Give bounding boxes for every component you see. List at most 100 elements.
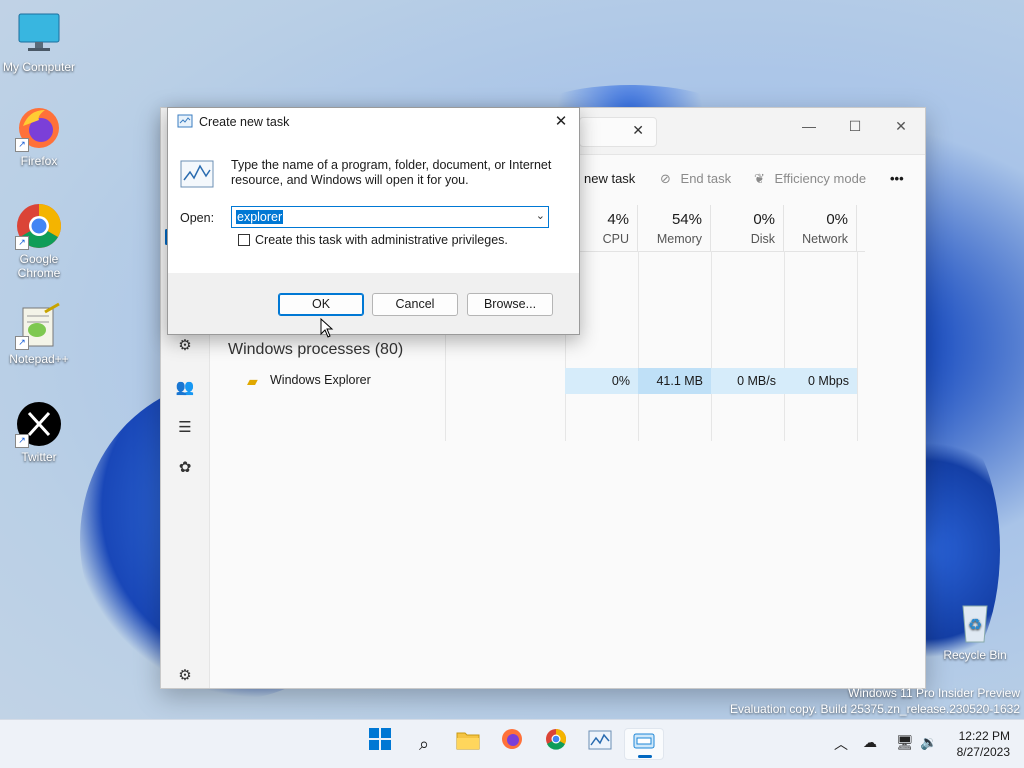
chrome-icon (546, 729, 567, 750)
sidebar-item-details[interactable]: ☰ (173, 416, 197, 440)
dialog-titlebar[interactable]: Create new task ✕ (168, 108, 579, 136)
chrome-taskbar-button[interactable] (536, 728, 576, 760)
x-logo-icon: ↗ (15, 400, 63, 448)
performance-graph-icon (588, 730, 612, 750)
taskbar: ⌕ ︿ ☁ 🖥 🔉 12:22 PM 8/27/2023 (0, 719, 1024, 768)
end-task-button[interactable]: ⊘ End task (660, 171, 731, 187)
users-icon: 👥 (175, 379, 195, 396)
run-dialog-taskbar-button[interactable] (624, 728, 664, 760)
run-window-icon (633, 733, 655, 749)
file-explorer-button[interactable] (448, 728, 488, 760)
notepad-plus-plus-icon: ↗ (15, 302, 63, 350)
show-hidden-icons-button[interactable]: ︿ (834, 734, 848, 754)
active-indicator (638, 755, 652, 758)
sidebar-item-startup-apps[interactable]: ⚙ (173, 334, 197, 358)
shortcut-arrow-icon: ↗ (15, 336, 29, 350)
column-divider (784, 251, 785, 441)
start-button[interactable] (360, 728, 400, 760)
browse-button[interactable]: Browse... (467, 293, 553, 316)
puzzle-icon: ✿ (178, 459, 192, 476)
folder-icon: ▰ (247, 373, 258, 389)
admin-privileges-label[interactable]: Create this task with administrative pri… (255, 233, 508, 247)
dialog-body: Type the name of a program, folder, docu… (168, 136, 579, 273)
create-new-task-dialog: Create new task ✕ Type the name of a pro… (167, 107, 580, 335)
ok-button[interactable]: OK (278, 293, 364, 316)
run-new-task-button[interactable]: new task (584, 171, 635, 186)
clear-search-icon[interactable]: ✕ (632, 122, 644, 139)
column-header-network[interactable]: 0% Network (784, 205, 857, 251)
process-cpu: 0% (565, 368, 638, 394)
desktop-icon-firefox[interactable]: ↗ Firefox (0, 104, 78, 168)
desktop-icon-notepad-plus-plus[interactable]: ↗ Notepad++ (0, 302, 78, 366)
chevron-up-icon: ︿ (834, 736, 848, 752)
search-box[interactable]: ✕ (579, 117, 657, 147)
open-label: Open: (180, 211, 215, 225)
maximize-button[interactable]: ☐ (833, 113, 877, 139)
process-network: 0 Mbps (784, 368, 857, 394)
close-button[interactable]: ✕ (879, 113, 923, 139)
clock-date: 8/27/2023 (956, 745, 1010, 759)
firefox-taskbar-button[interactable] (492, 728, 532, 760)
chrome-icon: ↗ (15, 202, 63, 250)
desktop-icon-label: Twitter (21, 450, 57, 464)
desktop-icon-label: Firefox (20, 154, 58, 168)
recycle-bin-icon: ♻ (951, 598, 999, 646)
network-icon[interactable]: 🖥 (896, 734, 914, 751)
desktop-icon-label: Recycle Bin (943, 648, 1007, 662)
clock[interactable]: 12:22 PM 8/27/2023 (957, 728, 1010, 760)
desktop-icon-label: My Computer (2, 60, 76, 74)
sidebar-item-users[interactable]: 👥 (173, 376, 197, 400)
column-divider (711, 251, 712, 441)
dialog-description: Type the name of a program, folder, docu… (231, 158, 552, 187)
column-header-memory[interactable]: 54% Memory (638, 205, 711, 251)
svg-text:♻: ♻ (968, 617, 982, 634)
firefox-icon: ↗ (15, 104, 63, 152)
group-title-windows-processes: Windows processes (80) (228, 341, 404, 358)
desktop-icon-recycle-bin[interactable]: ♻ Recycle Bin (936, 598, 1014, 662)
firefox-icon (502, 729, 522, 749)
search-button[interactable]: ⌕ (404, 728, 444, 760)
folder-icon (456, 732, 480, 750)
sidebar-item-settings[interactable]: ⚙ (173, 664, 197, 688)
open-combobox[interactable]: explorer ⌄ (231, 206, 549, 228)
desktop-icon-my-computer[interactable]: My Computer (0, 10, 78, 74)
cloud-offline-icon[interactable]: ☁ (863, 734, 877, 751)
column-header-disk[interactable]: 0% Disk (711, 205, 784, 251)
admin-privileges-checkbox[interactable] (238, 234, 250, 246)
shortcut-arrow-icon: ↗ (15, 138, 29, 152)
sidebar-item-services[interactable]: ✿ (173, 456, 197, 480)
watermark-line-2: Evaluation copy. Build 25375.zn_release.… (730, 702, 1020, 716)
gear-icon: ⚙ (178, 667, 192, 684)
column-divider (638, 251, 639, 441)
monitor-icon (15, 10, 63, 58)
volume-icon[interactable]: 🔉 (920, 734, 937, 751)
watermark-line-1: Windows 11 Pro Insider Preview (848, 686, 1020, 700)
process-memory: 41.1 MB (638, 368, 711, 394)
run-graph-icon (180, 160, 214, 191)
end-task-icon: ⊘ (660, 171, 671, 186)
table-row[interactable]: ▰ Windows Explorer 0% 41.1 MB 0 MB/s 0 M… (210, 368, 858, 394)
cancel-button[interactable]: Cancel (372, 293, 458, 316)
process-disk: 0 MB/s (711, 368, 784, 394)
clock-time: 12:22 PM (958, 729, 1010, 743)
speedometer-icon: ⚙ (178, 337, 192, 354)
more-options-button[interactable]: ••• (890, 171, 904, 186)
efficiency-mode-button[interactable]: ❦ Efficiency mode (754, 171, 866, 187)
dialog-title: Create new task (199, 115, 290, 129)
minimize-button[interactable]: — (787, 113, 831, 139)
task-manager-taskbar-button[interactable] (580, 728, 620, 760)
open-input-value[interactable]: explorer (236, 210, 284, 224)
desktop-icon-label: Notepad++ (9, 352, 69, 366)
column-divider (857, 251, 858, 441)
chevron-down-icon[interactable]: ⌄ (536, 209, 545, 222)
desktop-icon-google-chrome[interactable]: ↗ Google Chrome (0, 202, 78, 280)
list-icon: ☰ (178, 419, 192, 436)
process-name: Windows Explorer (270, 373, 371, 387)
close-icon[interactable]: ✕ (549, 112, 573, 132)
desktop-icon-label: Google Chrome (17, 252, 61, 280)
windows-logo-icon (369, 728, 391, 750)
leaf-icon: ❦ (754, 171, 765, 186)
desktop-icon-twitter[interactable]: ↗ Twitter (0, 400, 78, 464)
search-icon: ⌕ (418, 734, 430, 754)
shortcut-arrow-icon: ↗ (15, 236, 29, 250)
